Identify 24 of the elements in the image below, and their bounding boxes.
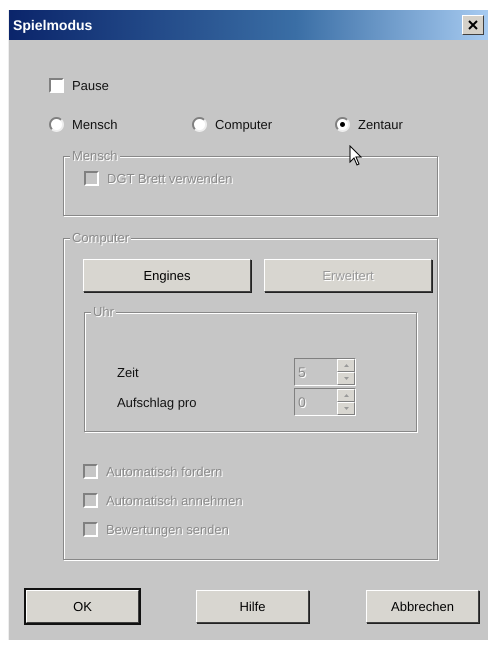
checkbox-label: Bewertungen senden [106,522,229,537]
field-label: Zeit [117,364,140,380]
close-icon [468,20,478,30]
close-button[interactable] [462,15,484,35]
radio-button[interactable] [49,117,64,132]
checkbox-label: Automatisch fordern [106,464,222,479]
radio-label: Mensch [72,117,118,132]
checkbox-label: Pause [72,78,109,93]
checkbox-label: Automatisch annehmen [106,493,243,508]
radio-button[interactable] [192,117,207,132]
radio-label: Zentaur [358,117,403,132]
dialog-button[interactable]: Hilfe [196,590,309,623]
dialog-button[interactable]: Abbrechen [366,590,479,623]
radio-label: Computer [215,117,272,132]
radio-button[interactable] [335,117,350,132]
field-label: Aufschlag pro [117,394,198,410]
group-title: Uhr [91,304,116,319]
cursor-icon [349,145,363,167]
checkbox[interactable] [49,78,64,93]
window-title: Spielmodus [13,17,92,33]
dialog-button[interactable]: OK [26,590,139,623]
group-title: Mensch [70,148,120,163]
group-title: Computer [70,230,132,245]
checkbox-label: DGT Brett verwenden [107,171,232,186]
